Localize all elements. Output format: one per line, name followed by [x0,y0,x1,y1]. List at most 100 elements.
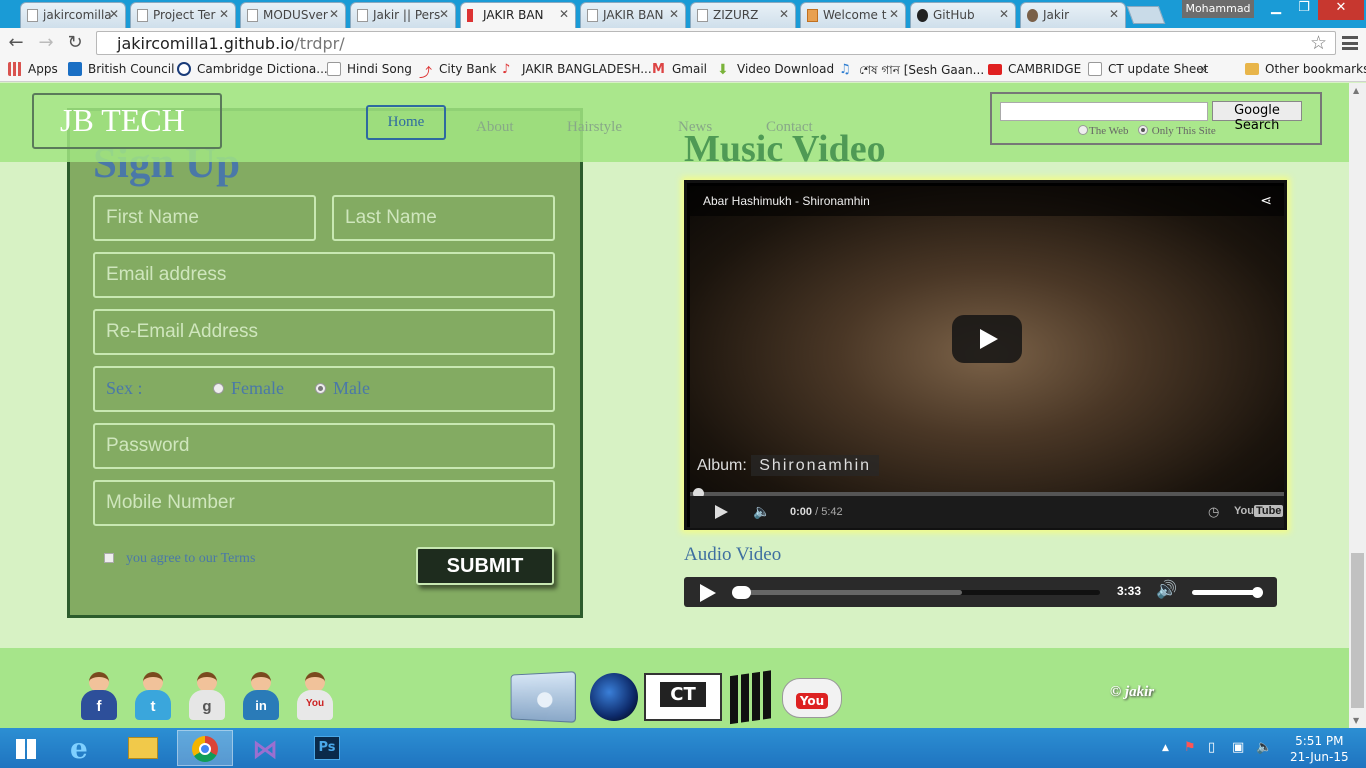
youtube-person-icon[interactable]: You [296,672,334,722]
windows-logo-icon[interactable] [730,669,774,725]
speaker-icon[interactable]: 🔈 [1256,740,1272,755]
tab-4[interactable]: Jakir || Pers ✕ [350,2,456,28]
other-bookmarks-folder[interactable]: Other bookmarks [1245,62,1366,76]
close-tab-icon[interactable]: ✕ [669,7,679,21]
back-icon[interactable]: ← [6,33,26,53]
maximize-icon[interactable]: ❐ [1290,0,1318,20]
youtube-logo[interactable]: You Tube [1234,505,1284,517]
battery-icon[interactable]: ▯ [1208,740,1215,755]
terms-checkbox[interactable] [104,553,114,563]
audio-volume-icon[interactable]: 🔊 [1156,580,1177,600]
apple-folder-icon[interactable]: ● [510,671,577,723]
play-icon[interactable] [715,505,728,519]
close-window-icon[interactable]: ✕ [1318,0,1364,20]
file-explorer-icon[interactable] [118,730,170,766]
chrome-menu-icon[interactable] [1342,36,1358,50]
tab-8[interactable]: Welcome t ✕ [800,2,906,28]
site-logo[interactable]: JB TECH [32,93,222,149]
action-center-icon[interactable]: ⚑ [1184,740,1196,755]
twitter-icon[interactable]: t [134,672,172,722]
scroll-down-icon[interactable]: ▼ [1353,716,1359,725]
forward-icon[interactable]: → [36,33,56,53]
email-field[interactable]: Email address [93,252,555,298]
search-input[interactable] [1000,102,1208,121]
new-tab-button[interactable] [1126,6,1166,24]
search-web-option[interactable]: The Web [1078,125,1129,137]
minimize-icon[interactable]: ▁ [1262,0,1290,20]
male-radio[interactable] [315,383,326,394]
bookmark-cambridge-dictionary[interactable]: Cambridge Dictiona... [177,62,328,76]
facebook-icon[interactable]: f [80,672,118,722]
youtube-player[interactable]: Abar Hashimukh - Shironamhin ⋖ Album: Shi… [684,180,1287,530]
bookmark-british-council[interactable]: British Council [68,62,174,76]
close-tab-icon[interactable]: ✕ [439,7,449,21]
start-button[interactable] [4,730,48,766]
profile-button[interactable]: Mohammad [1182,0,1254,18]
nav-about[interactable]: About [476,119,514,136]
bookmark-gmail[interactable]: M Gmail [652,62,707,77]
audio-progress-bar[interactable] [732,586,1100,599]
audio-play-icon[interactable] [700,584,716,602]
bookmark-video-download[interactable]: ⬇ Video Download [717,62,834,78]
visual-studio-icon[interactable]: ⋈ [240,730,292,766]
system-clock[interactable]: 5:51 PM 21-Jun-15 [1290,733,1349,765]
radio-icon[interactable] [1078,125,1088,135]
first-name-field[interactable]: First Name [93,195,316,241]
tab-6[interactable]: JAKIR BAN ✕ [580,2,686,28]
firefox-globe-icon[interactable] [590,673,638,721]
close-tab-icon[interactable]: ✕ [559,7,569,21]
bookmark-star-icon[interactable]: ☆ [1310,32,1327,54]
linkedin-icon[interactable]: in [242,672,280,722]
bookmark-sesh-gaan[interactable]: ♫ শেষ গান [Sesh Gaan... [839,62,984,82]
bookmark-jakir-bangladesh[interactable]: ♪ JAKIR BANGLADESH... [502,62,652,77]
reload-icon[interactable]: ↻ [65,33,85,53]
watch-later-icon[interactable]: ◷ [1208,504,1219,520]
bookmark-city-bank[interactable]: ⤴ City Bank [419,62,496,81]
audio-volume-slider[interactable] [1192,587,1263,598]
tab-7[interactable]: ZIZURZ ✕ [690,2,796,28]
page-scrollbar[interactable]: ▲ ▼ [1349,83,1366,728]
tab-3[interactable]: MODUSver ✕ [240,2,346,28]
chrome-taskbar-icon[interactable] [177,730,233,766]
share-icon[interactable]: ⋖ [1260,192,1272,209]
internet-explorer-icon[interactable]: e [58,730,110,766]
radio-icon[interactable] [1138,125,1148,135]
close-tab-icon[interactable]: ✕ [219,7,229,21]
close-tab-icon[interactable]: ✕ [999,7,1009,21]
close-tab-icon[interactable]: ✕ [109,7,119,21]
tab-1[interactable]: jakircomilla ✕ [20,2,126,28]
submit-button[interactable]: SUBMIT [416,547,554,585]
bookmark-cambridge[interactable]: CAMBRIDGE [988,62,1081,76]
video-title[interactable]: Abar Hashimukh - Shironamhin [703,194,870,208]
close-tab-icon[interactable]: ✕ [779,7,789,21]
female-radio[interactable] [213,383,224,394]
close-tab-icon[interactable]: ✕ [1109,7,1119,21]
tray-expand-icon[interactable]: ▲ [1162,743,1169,753]
scrollbar-thumb[interactable] [1351,553,1364,708]
tab-2[interactable]: Project Ter ✕ [130,2,236,28]
tab-9[interactable]: GitHub ✕ [910,2,1016,28]
nav-home[interactable]: Home [366,105,446,140]
nav-hairstyle[interactable]: Hairstyle [567,119,622,136]
search-site-option[interactable]: Only This Site [1138,125,1216,137]
mobile-number-field[interactable]: Mobile Number [93,480,555,526]
tab-5-active[interactable]: JAKIR BAN ✕ [460,2,576,29]
audio-player[interactable]: 3:33 🔊 [684,577,1277,607]
tab-10[interactable]: Jakir ✕ [1020,2,1126,28]
re-email-field[interactable]: Re-Email Address [93,309,555,355]
youtube-badge-icon[interactable]: You [782,678,842,718]
bookmark-ct-update-sheet[interactable]: CT update Sheet [1088,62,1208,76]
play-button[interactable] [952,315,1022,363]
close-tab-icon[interactable]: ✕ [889,7,899,21]
last-name-field[interactable]: Last Name [332,195,555,241]
photoshop-icon[interactable]: Ps [300,730,352,766]
bookmark-apps[interactable]: Apps [8,62,58,76]
audio-progress-handle[interactable] [732,586,751,599]
volume-icon[interactable]: 🔈 [753,503,770,520]
google-plus-icon[interactable]: g [188,672,226,722]
google-search-button[interactable]: Google Search [1212,101,1302,133]
network-icon[interactable]: ▣ [1232,740,1244,755]
ct-logo-icon[interactable]: CT [644,673,722,721]
close-tab-icon[interactable]: ✕ [329,7,339,21]
bookmark-hindi-song[interactable]: Hindi Song [327,62,412,76]
